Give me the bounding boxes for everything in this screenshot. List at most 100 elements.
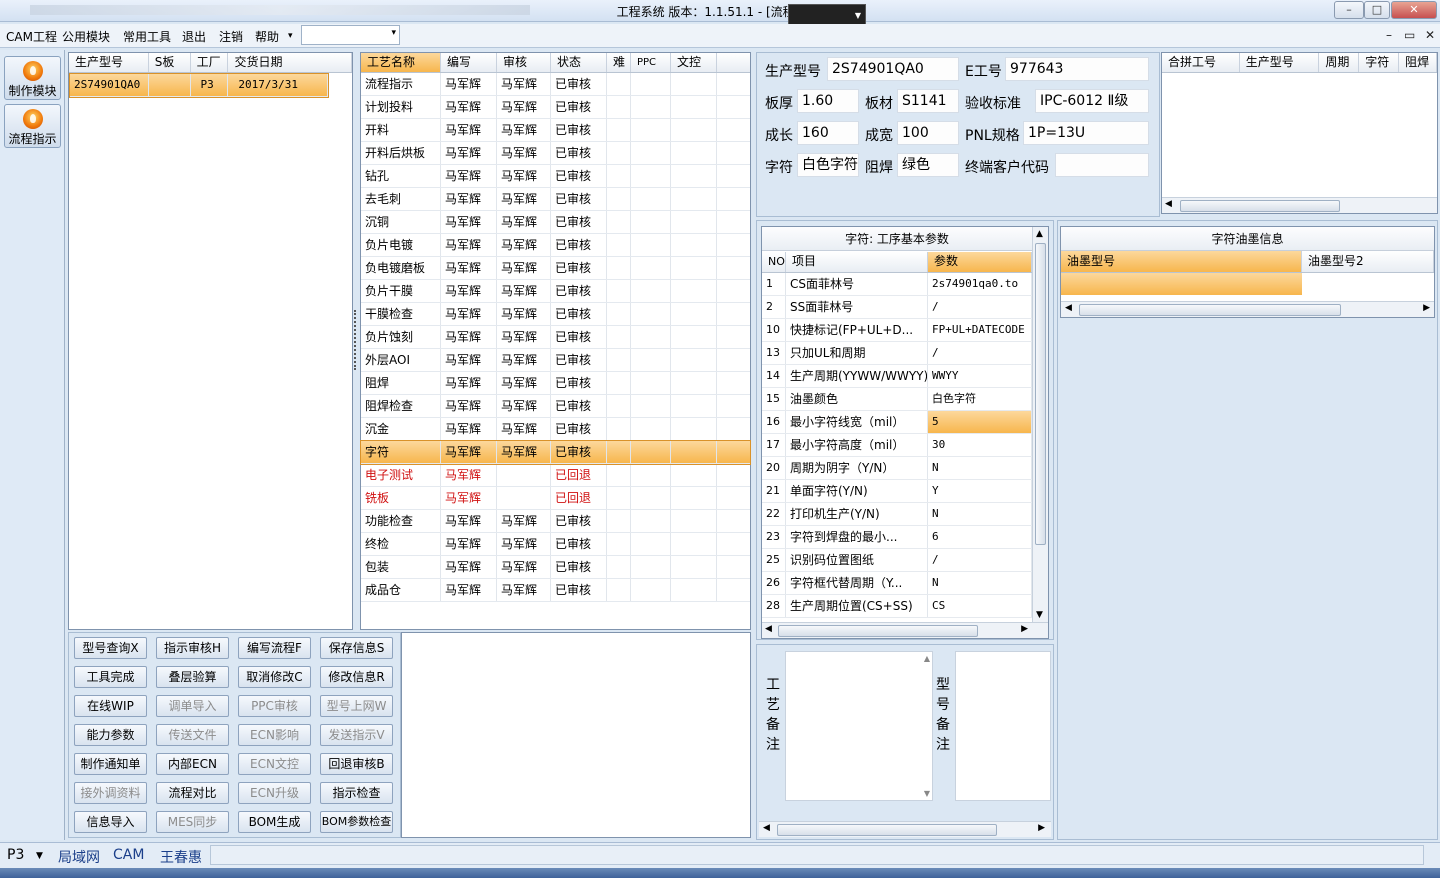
action-button[interactable]: PPC审核 xyxy=(238,695,311,717)
arrow-right-icon[interactable]: ▶ xyxy=(1038,823,1045,833)
table-row[interactable]: 字符 马军辉 马军辉 已审核 xyxy=(360,440,751,465)
table-row[interactable]: 铣板 马军辉 已回退 xyxy=(361,487,750,510)
col-difficulty[interactable]: 难 xyxy=(607,53,631,72)
table-row[interactable]: 阻焊 马军辉 马军辉 已审核 xyxy=(361,372,750,395)
param-vscroll-thumb[interactable] xyxy=(1035,243,1046,545)
table-row[interactable]: 10 快捷标记(FP+UL+D... FP+UL+DATECODE xyxy=(762,319,1032,342)
width-field[interactable]: 100 xyxy=(897,121,959,145)
action-button[interactable]: 制作通知单 xyxy=(74,753,147,775)
action-button[interactable]: BOM生成 xyxy=(238,811,311,833)
arrow-right-icon[interactable]: ▶ xyxy=(1423,303,1430,313)
table-row[interactable]: 21 单面字符(Y/N) Y xyxy=(762,480,1032,503)
remarks-hscroll-thumb[interactable] xyxy=(777,824,997,836)
action-button[interactable]: 在线WIP xyxy=(74,695,147,717)
arrow-left-icon[interactable]: ◀ xyxy=(1165,199,1172,209)
table-row[interactable]: 负片蚀刻 马军辉 马军辉 已审核 xyxy=(361,326,750,349)
merge-hscroll-thumb[interactable] xyxy=(1180,200,1340,212)
table-row[interactable]: 25 识别码位置图纸 / xyxy=(762,549,1032,572)
table-row[interactable]: 去毛刺 马军辉 马军辉 已审核 xyxy=(361,188,750,211)
customer-field[interactable] xyxy=(1055,153,1149,177)
chevron-down-icon[interactable]: ▼ xyxy=(36,851,43,861)
col-process-name[interactable]: 工艺名称 xyxy=(361,53,441,72)
action-button[interactable]: 工具完成 xyxy=(74,666,147,688)
col-ink-model2[interactable]: 油墨型号2 xyxy=(1302,251,1434,272)
arrow-left-icon[interactable]: ◀ xyxy=(1065,303,1072,313)
table-row[interactable]: 1 CS面菲林号 2s74901qa0.to xyxy=(762,273,1032,296)
arrow-right-icon[interactable]: ▶ xyxy=(1021,624,1028,634)
col-writer[interactable]: 编写 xyxy=(441,53,497,72)
table-row[interactable]: 2S74901QA0 P3 2017/3/31 xyxy=(69,73,329,98)
col-model[interactable]: 生产型号 xyxy=(69,53,149,72)
thickness-field[interactable]: 1.60 xyxy=(797,89,859,113)
col-doc[interactable]: 文控 xyxy=(671,53,717,72)
table-row[interactable]: 电子测试 马军辉 已回退 xyxy=(361,464,750,487)
mask-field[interactable]: 绿色 xyxy=(897,153,959,177)
factory-selector[interactable]: P3 xyxy=(7,847,24,863)
action-button[interactable]: 信息导入 xyxy=(74,811,147,833)
action-button[interactable]: 流程对比 xyxy=(156,782,229,804)
action-button[interactable]: 叠层验算 xyxy=(156,666,229,688)
menu-tools[interactable]: 常用工具 xyxy=(123,28,171,45)
table-row[interactable]: 16 最小字符线宽（mil） 5 xyxy=(762,411,1032,434)
char-field[interactable]: 白色字符 xyxy=(797,153,859,177)
col-factory[interactable]: 工厂 xyxy=(191,53,229,72)
ink-hscrollbar[interactable]: ◀ ▶ xyxy=(1061,301,1434,317)
col-s[interactable]: S板 xyxy=(149,53,191,72)
table-row[interactable]: 17 最小字符高度（mil） 30 xyxy=(762,434,1032,457)
action-button[interactable]: 发送指示V xyxy=(320,724,393,746)
process-remark-input[interactable]: ▲ ▼ xyxy=(785,651,933,801)
table-row[interactable]: 开料 马军辉 马军辉 已审核 xyxy=(361,119,750,142)
menu-logout[interactable]: 注销 xyxy=(219,28,243,45)
model-field[interactable]: 2S74901QA0 xyxy=(827,57,959,81)
length-field[interactable]: 160 xyxy=(797,121,859,145)
col-value[interactable]: 参数 xyxy=(928,252,1032,272)
table-row[interactable]: 计划投料 马军辉 马军辉 已审核 xyxy=(361,96,750,119)
table-row[interactable]: 22 打印机生产(Y/N) N xyxy=(762,503,1032,526)
standard-field[interactable]: IPC-6012 Ⅱ级 xyxy=(1035,89,1149,113)
arrow-up-icon[interactable]: ▲ xyxy=(924,654,930,663)
menu-help[interactable]: 帮助 xyxy=(255,28,279,45)
action-button[interactable]: 指示审核H xyxy=(156,637,229,659)
table-row[interactable]: 28 生产周期位置(CS+SS) CS xyxy=(762,595,1032,618)
param-vscrollbar[interactable]: ▲ ▼ xyxy=(1032,227,1048,622)
merge-hscrollbar[interactable]: ◀ xyxy=(1162,197,1437,213)
action-button[interactable]: BOM参数检查 xyxy=(320,811,393,833)
table-row[interactable]: 15 油墨颜色 白色字符 xyxy=(762,388,1032,411)
eno-field[interactable]: 977643 xyxy=(1005,57,1149,81)
col-merge-model[interactable]: 生产型号 xyxy=(1240,53,1320,72)
menu-exit[interactable]: 退出 xyxy=(182,28,206,45)
table-row[interactable]: 13 只加UL和周期 / xyxy=(762,342,1032,365)
table-row[interactable]: 钻孔 马军辉 马军辉 已审核 xyxy=(361,165,750,188)
minimize-button[interactable]: – xyxy=(1334,1,1364,19)
model-remark-input[interactable] xyxy=(955,651,1051,801)
table-row[interactable]: 阻焊检查 马军辉 马军辉 已审核 xyxy=(361,395,750,418)
action-button[interactable]: 能力参数 xyxy=(74,724,147,746)
mdi-close-button[interactable]: ✕ xyxy=(1425,28,1435,42)
action-button[interactable]: MES同步 xyxy=(156,811,229,833)
param-hscrollbar[interactable]: ◀ ▶ xyxy=(762,622,1048,638)
module-flow-button[interactable]: 流程指示 xyxy=(4,104,61,148)
menu-combo[interactable]: ▾ xyxy=(301,25,400,45)
table-row[interactable]: 23 字符到焊盘的最小... 6 xyxy=(762,526,1032,549)
table-row[interactable]: 开料后烘板 马军辉 马军辉 已审核 xyxy=(361,142,750,165)
action-button[interactable]: 保存信息S xyxy=(320,637,393,659)
pnl-field[interactable]: 1P=13U xyxy=(1023,121,1149,145)
menu-cam[interactable]: CAM工程 xyxy=(6,28,57,45)
title-dropdown[interactable]: ▼ xyxy=(788,4,866,26)
arrow-up-icon[interactable]: ▲ xyxy=(1036,229,1043,239)
action-button[interactable]: ECN文控 xyxy=(238,753,311,775)
arrow-left-icon[interactable]: ◀ xyxy=(765,624,772,634)
action-button[interactable]: 编写流程F xyxy=(238,637,311,659)
col-reviewer[interactable]: 审核 xyxy=(497,53,551,72)
col-no[interactable]: NO xyxy=(762,252,786,272)
table-row[interactable]: 14 生产周期(YYWW/WWYY) WWYY xyxy=(762,365,1032,388)
module-make-button[interactable]: 制作模块 xyxy=(4,56,61,100)
remarks-hscrollbar[interactable]: ◀ ▶ xyxy=(759,821,1051,837)
action-button[interactable]: 型号上网W xyxy=(320,695,393,717)
table-row[interactable]: 负片电镀 马军辉 马军辉 已审核 xyxy=(361,234,750,257)
action-button[interactable]: 型号查询X xyxy=(74,637,147,659)
action-button[interactable]: 内部ECN xyxy=(156,753,229,775)
splitter-handle[interactable] xyxy=(354,310,358,370)
table-row[interactable]: 26 字符框代替周期（Y... N xyxy=(762,572,1032,595)
col-ink-model[interactable]: 油墨型号 xyxy=(1061,251,1302,272)
